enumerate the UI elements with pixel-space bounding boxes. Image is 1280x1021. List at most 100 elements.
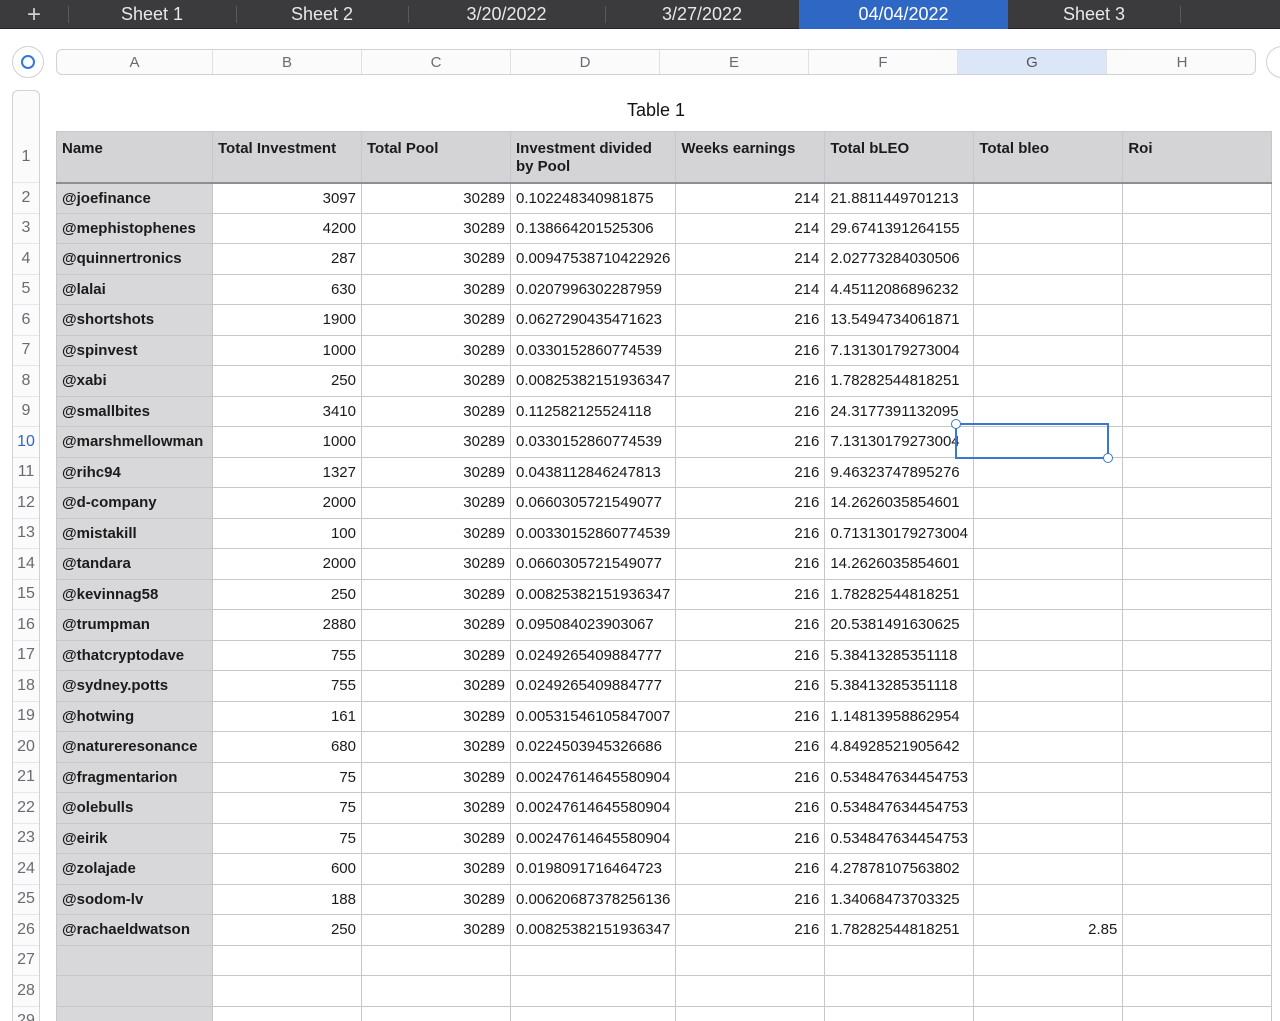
table-cell[interactable]: 2880 [212,609,362,641]
table-cell[interactable]: 755 [212,670,362,702]
table-cell[interactable]: 216 [675,731,826,763]
table-cell[interactable] [212,975,362,1007]
table-cell[interactable]: 216 [675,334,826,366]
table-cell[interactable]: 680 [212,731,362,763]
table-cell[interactable]: @tandara [56,548,213,580]
table-cell[interactable]: 216 [675,822,826,854]
table-cell[interactable] [973,548,1124,580]
table-cell[interactable]: 1900 [212,304,362,336]
table-title[interactable]: Table 1 [56,100,1256,121]
table-cell[interactable]: 0.0207996302287959 [509,273,677,305]
table-cell[interactable] [361,975,511,1007]
table-cell[interactable]: 1.78282544818251 [824,365,975,397]
table-cell[interactable]: @d-company [56,487,213,519]
table-cell[interactable]: 216 [675,883,826,915]
table-cell[interactable]: 214 [675,212,826,244]
table-cell[interactable] [973,578,1124,610]
table-cell[interactable]: @joefinance [56,182,213,214]
column-header-g[interactable]: G [958,50,1107,74]
table-cell[interactable]: 0.00825382151936347 [509,365,677,397]
table-cell[interactable] [973,792,1124,824]
table-cell[interactable] [1122,395,1273,427]
table-cell[interactable] [1122,792,1273,824]
table-cell[interactable]: @trumpman [56,609,213,641]
table-cell[interactable] [212,1005,362,1021]
row-header[interactable]: 4 [13,244,39,275]
table-cell[interactable]: 30289 [361,609,511,641]
table-cell[interactable]: @sodom-lv [56,883,213,915]
table-cell[interactable]: @mephistophenes [56,212,213,244]
row-header[interactable]: 16 [13,610,39,641]
add-sheet-button[interactable]: + [0,0,68,29]
column-header-a[interactable]: A [57,50,213,74]
table-cell[interactable] [1122,456,1273,488]
table-cell[interactable] [973,853,1124,885]
table-cell[interactable] [675,944,826,976]
table-cell[interactable]: @eirik [56,822,213,854]
table-cell[interactable] [1122,731,1273,763]
table-cell[interactable] [973,426,1124,458]
table-cell[interactable]: @olebulls [56,792,213,824]
table-cell[interactable]: 250 [212,578,362,610]
table-cell[interactable]: 0.095084023903067 [509,609,677,641]
column-header-e[interactable]: E [660,50,809,74]
table-cell[interactable]: 2.02773284030506 [824,243,975,275]
table-cell[interactable]: 30289 [361,517,511,549]
table-cell[interactable] [973,761,1124,793]
table-cell[interactable] [1122,548,1273,580]
table-cell[interactable]: 0.0660305721549077 [509,487,677,519]
column-header-b[interactable]: B [213,50,362,74]
table-cell[interactable]: 5.38413285351118 [824,670,975,702]
table-cell[interactable]: 75 [212,761,362,793]
table-cell[interactable]: 216 [675,517,826,549]
table-cell[interactable] [1122,822,1273,854]
table-cell[interactable]: 0.112582125524118 [509,395,677,427]
table-cell[interactable]: 161 [212,700,362,732]
table-cell[interactable] [361,944,511,976]
table-cell[interactable] [973,487,1124,519]
table-cell[interactable]: 4200 [212,212,362,244]
table-cell[interactable]: 188 [212,883,362,915]
row-header[interactable]: 15 [13,580,39,610]
row-header[interactable]: 26 [13,915,39,946]
table-cell[interactable]: 0.0330152860774539 [509,334,677,366]
table-cell[interactable]: 250 [212,914,362,946]
row-header[interactable]: 17 [13,641,39,671]
table-cell[interactable] [509,944,677,976]
table-cell[interactable]: 216 [675,761,826,793]
table-cell[interactable]: @rachaeldwatson [56,914,213,946]
table-cell[interactable]: 1327 [212,456,362,488]
table-cell[interactable]: 0.534847634454753 [824,792,975,824]
table-cell[interactable]: 30289 [361,670,511,702]
table-cell[interactable]: 30289 [361,853,511,885]
table-cell[interactable] [1122,517,1273,549]
table-cell[interactable]: 0.534847634454753 [824,761,975,793]
table-cell[interactable]: 216 [675,853,826,885]
select-all-button[interactable] [12,46,44,78]
table-cell[interactable]: 0.00825382151936347 [509,578,677,610]
table-cell[interactable]: 216 [675,700,826,732]
table-cell[interactable]: 30289 [361,700,511,732]
table-cell[interactable] [1122,273,1273,305]
table-cell[interactable] [1122,914,1273,946]
table-cell[interactable]: 216 [675,792,826,824]
table-cell[interactable] [675,1005,826,1021]
table-cell[interactable] [1122,883,1273,915]
table-cell[interactable]: 216 [675,395,826,427]
table-cell[interactable]: 0.138664201525306 [509,212,677,244]
table-cell[interactable]: @mistakill [56,517,213,549]
table-cell[interactable]: 216 [675,426,826,458]
table-cell[interactable] [973,182,1124,214]
table-cell[interactable] [973,731,1124,763]
table-cell[interactable]: 0.0438112846247813 [509,456,677,488]
table-cell[interactable]: @shortshots [56,304,213,336]
row-header[interactable]: 12 [13,488,39,519]
row-header[interactable]: 18 [13,671,39,702]
table-cell[interactable] [1122,243,1273,275]
table-cell[interactable]: 214 [675,243,826,275]
table-cell[interactable]: 30289 [361,243,511,275]
table-cell[interactable]: 3097 [212,182,362,214]
table-cell[interactable] [973,212,1124,244]
table-cell[interactable] [1122,578,1273,610]
row-header[interactable]: 6 [13,305,39,336]
